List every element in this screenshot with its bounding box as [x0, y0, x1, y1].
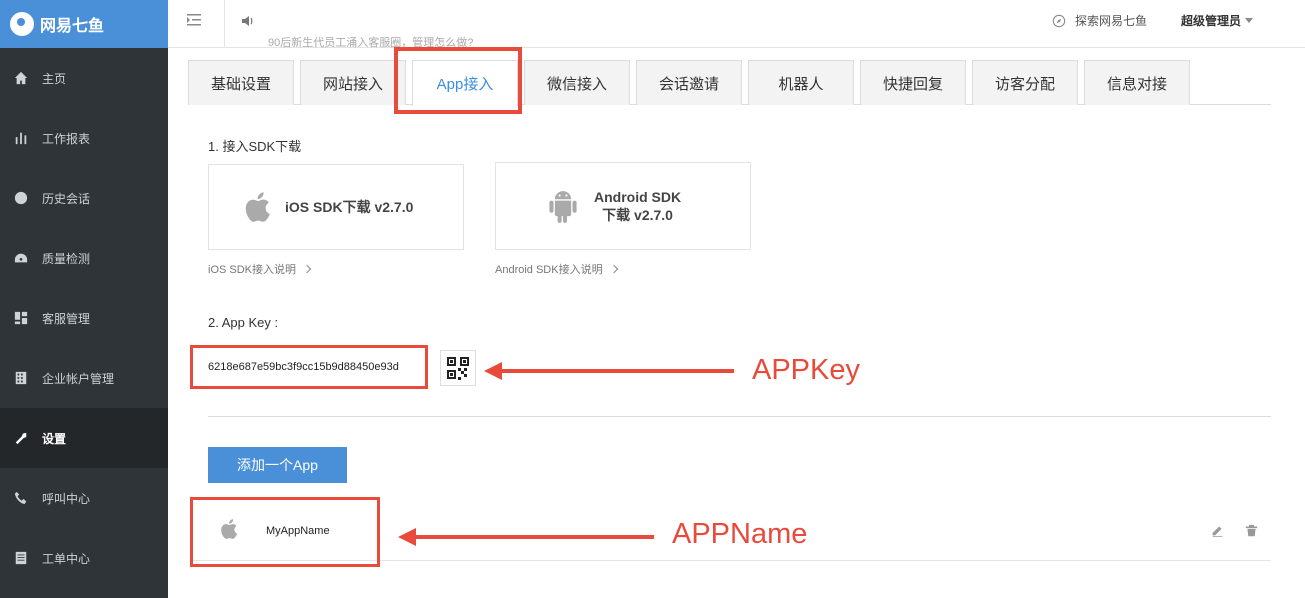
- qr-code-icon: [447, 357, 469, 380]
- appkey-arrow: [484, 362, 734, 380]
- android-sdk-doc-label: Android SDK接入说明: [495, 264, 603, 276]
- ios-sdk-label: iOS SDK下载 v2.7.0: [285, 199, 414, 215]
- appname-annotation: APPName: [672, 518, 808, 550]
- divider: [224, 0, 225, 48]
- sidebar-item-label: 设置: [42, 431, 67, 446]
- sidebar-item-home[interactable]: 主页: [0, 48, 168, 108]
- sidebar-item-label: 历史会话: [42, 191, 91, 206]
- add-app-button[interactable]: 添加一个App: [208, 447, 347, 483]
- speaker-icon: [240, 13, 258, 31]
- dashboard-icon: [14, 311, 28, 325]
- tab-basic[interactable]: 基础设置: [188, 60, 294, 105]
- sdk-section-title: 1. 接入SDK下载: [208, 139, 302, 154]
- android-sdk-label-line2: 下载 v2.7.0: [602, 207, 673, 223]
- chevron-right-icon: [609, 264, 618, 274]
- sidebar-item-label: 企业帐户管理: [42, 371, 115, 386]
- sidebar-item-callcenter[interactable]: 呼叫中心: [0, 468, 168, 528]
- sidebar-item-label: 呼叫中心: [42, 491, 91, 506]
- settings-tabs: 基础设置 网站接入 App接入 微信接入 会话邀请 机器人 快捷回复 访客分配 …: [188, 60, 1271, 106]
- delete-icon[interactable]: [1245, 524, 1259, 538]
- explore-link[interactable]: 探索网易七鱼: [1052, 12, 1147, 29]
- sidebar-item-settings[interactable]: 设置: [0, 408, 168, 468]
- android-sdk-download-card[interactable]: Android SDK 下载 v2.7.0: [495, 162, 751, 250]
- qr-code-button[interactable]: [440, 350, 476, 386]
- explore-label: 探索网易七鱼: [1074, 14, 1147, 28]
- sidebar-item-agents[interactable]: 客服管理: [0, 288, 168, 348]
- tab-info-integration[interactable]: 信息对接: [1084, 60, 1190, 105]
- sidebar: 网易七鱼 主页 工作报表 历史会话 质量检测 客服管理 企业帐户管理 设置 呼叫…: [0, 0, 168, 598]
- fish-logo-icon: [10, 12, 34, 36]
- top-bar: 90后新生代员工涌入客服圈，管理怎么做? 探索网易七鱼 超级管理员: [168, 0, 1305, 50]
- tab-wechat[interactable]: 微信接入: [524, 60, 630, 105]
- ios-sdk-doc-label: iOS SDK接入说明: [208, 264, 297, 276]
- tab-quick-reply[interactable]: 快捷回复: [860, 60, 966, 105]
- user-menu[interactable]: 超级管理员: [1181, 12, 1253, 29]
- brand-logo[interactable]: 网易七鱼: [0, 0, 168, 48]
- android-icon: [549, 188, 577, 223]
- wrench-icon: [14, 431, 28, 445]
- android-sdk-doc-link[interactable]: Android SDK接入说明: [495, 261, 618, 277]
- appkey-text: 6218e687e59bc3f9cc15b9d88450e93d: [208, 361, 399, 373]
- building-icon: [14, 371, 28, 385]
- compass-icon: [1052, 14, 1066, 27]
- sidebar-item-label: 主页: [42, 71, 67, 86]
- announcement-link[interactable]: 90后新生代员工涌入客服圈，管理怎么做?: [268, 34, 473, 50]
- sidebar-item-reports[interactable]: 工作报表: [0, 108, 168, 168]
- sidebar-item-tickets[interactable]: 工单中心: [0, 528, 168, 588]
- appkey-value[interactable]: 6218e687e59bc3f9cc15b9d88450e93d: [190, 345, 428, 389]
- bar-chart-icon: [14, 131, 28, 145]
- app-name: MyAppName: [266, 525, 330, 537]
- menu-collapse-icon[interactable]: [186, 12, 206, 32]
- phone-icon: [14, 491, 28, 505]
- apple-icon: [221, 519, 238, 539]
- appname-arrow: [398, 528, 654, 546]
- apple-icon: [245, 192, 270, 222]
- brand-name: 网易七鱼: [40, 18, 105, 35]
- sidebar-item-quality[interactable]: 质量检测: [0, 228, 168, 288]
- divider: [208, 416, 1271, 417]
- edit-icon[interactable]: [1211, 524, 1225, 538]
- sidebar-item-label: 质量检测: [42, 251, 91, 266]
- sidebar-item-history[interactable]: 历史会话: [0, 168, 168, 228]
- sidebar-item-label: 工单中心: [42, 551, 91, 566]
- gauge-icon: [14, 251, 28, 265]
- tab-invite[interactable]: 会话邀请: [636, 60, 742, 105]
- tab-app[interactable]: App接入: [412, 60, 518, 106]
- appkey-section-title: 2. App Key :: [208, 315, 279, 330]
- tab-visitor-assign[interactable]: 访客分配: [972, 60, 1078, 105]
- ios-sdk-download-card[interactable]: iOS SDK下载 v2.7.0: [208, 164, 464, 250]
- android-sdk-label: Android SDK 下载 v2.7.0: [594, 188, 681, 224]
- clock-icon: [14, 191, 28, 205]
- sidebar-item-enterprise[interactable]: 企业帐户管理: [0, 348, 168, 408]
- user-name: 超级管理员: [1180, 14, 1241, 28]
- chevron-down-icon: [1245, 18, 1253, 23]
- sidebar-item-label: 工作报表: [42, 131, 91, 146]
- sidebar-item-label: 客服管理: [42, 311, 91, 326]
- document-icon: [14, 551, 28, 565]
- appkey-annotation: APPKey: [752, 354, 860, 386]
- android-sdk-label-line1: Android SDK: [594, 189, 682, 205]
- tab-robot[interactable]: 机器人: [748, 60, 854, 105]
- chevron-right-icon: [302, 264, 312, 274]
- tab-website[interactable]: 网站接入: [300, 60, 406, 105]
- home-icon: [14, 71, 28, 85]
- ios-sdk-doc-link[interactable]: iOS SDK接入说明: [208, 261, 312, 277]
